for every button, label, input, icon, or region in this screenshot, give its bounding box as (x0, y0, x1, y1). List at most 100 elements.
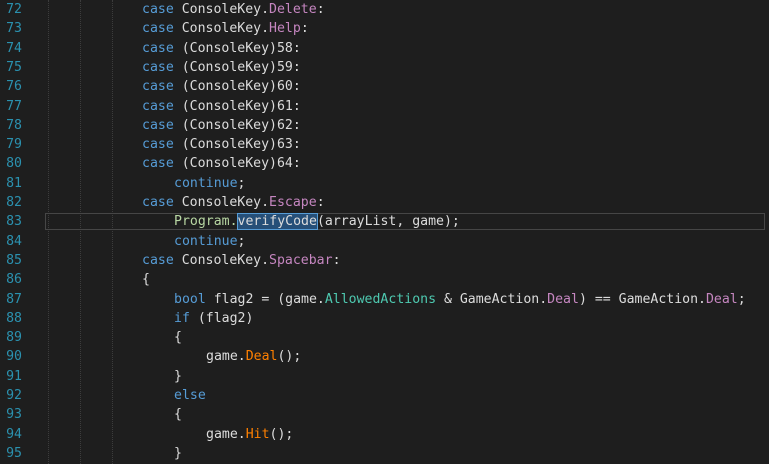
code-line[interactable]: 93 { (0, 405, 769, 424)
code-line[interactable]: 94 game.Hit(); (0, 425, 769, 444)
code-line[interactable]: 95} (0, 444, 769, 463)
code-line[interactable]: 92 else (0, 386, 769, 405)
code-line[interactable]: 89 { (0, 328, 769, 347)
line-number: 81 (6, 175, 22, 191)
code-token: game. (206, 349, 246, 365)
code-token: Escape (269, 195, 317, 210)
code-line[interactable]: 76 case (ConsoleKey)60: (0, 77, 769, 96)
code-line[interactable]: 74 case (ConsoleKey)58: (0, 39, 769, 58)
code-text: { (174, 405, 182, 424)
code-text: } (174, 444, 182, 463)
code-token: Deal (705, 291, 738, 307)
code-line[interactable]: 73 case ConsoleKey.Help: (0, 19, 769, 38)
code-token: (ConsoleKey)63: (181, 137, 301, 153)
code-line[interactable]: 91} (0, 367, 769, 386)
code-line[interactable]: 82 case ConsoleKey.Escape: (0, 193, 769, 212)
code-line[interactable]: 86 { (0, 270, 769, 289)
line-number: 72 (6, 2, 22, 17)
code-token: Deal (245, 349, 278, 365)
code-token: (ConsoleKey)60: (181, 79, 301, 95)
code-token: case (142, 117, 182, 133)
code-text: { (174, 328, 182, 347)
code-token: : (316, 2, 325, 17)
code-token: (ConsoleKey)64: (181, 156, 301, 172)
code-token: (ConsoleKey)62: (181, 117, 301, 133)
code-text: case (ConsoleKey)58: (142, 39, 301, 58)
code-editor[interactable]: 72 case ConsoleKey.Delete: 73 case ConsoleK… (0, 0, 769, 464)
code-token: { (174, 330, 182, 346)
code-token: else (174, 388, 206, 403)
code-text: case ConsoleKey.Delete: (142, 0, 325, 19)
code-token: case (142, 59, 182, 75)
line-number: 82 (6, 195, 22, 210)
code-token: Spacebar (269, 252, 333, 268)
code-line[interactable]: 83 Program.verifyCode(arrayList, game); (0, 212, 769, 231)
code-token: ; (237, 233, 246, 249)
code-text: { (142, 270, 150, 289)
line-number: 93 (6, 407, 22, 423)
code-token: Program. (174, 214, 238, 230)
line-number: 95 (6, 445, 22, 461)
code-line[interactable]: 90 game.Deal(); (0, 347, 769, 366)
code-text: if (flag2) (174, 309, 253, 328)
code-line[interactable]: 88 if (flag2) (0, 309, 769, 328)
code-token: ) == GameAction. (578, 291, 706, 307)
code-token: AllowedActions (324, 291, 437, 307)
line-number: 92 (6, 388, 22, 403)
code-text: bool flag2 = (game.AllowedActions & Game… (174, 290, 746, 309)
line-number: 83 (6, 214, 22, 230)
code-text: case (ConsoleKey)60: (142, 77, 301, 96)
code-token: ; (237, 175, 246, 191)
code-token: case (142, 2, 182, 17)
code-line[interactable]: 87 bool flag2 = (game.AllowedActions & Ga… (0, 290, 769, 309)
line-number: 88 (6, 310, 22, 326)
line-number: 74 (6, 40, 22, 56)
code-token: continue (174, 233, 238, 249)
code-token: ConsoleKey. (181, 195, 270, 210)
code-line[interactable]: 78 case (ConsoleKey)62: (0, 116, 769, 135)
line-number: 91 (6, 368, 22, 384)
code-text: game.Hit(); (206, 425, 293, 444)
code-line[interactable]: 75 case (ConsoleKey)59: (0, 58, 769, 77)
code-line[interactable]: 81 continue; (0, 174, 769, 193)
code-token: case (142, 252, 182, 268)
line-number: 78 (6, 117, 22, 133)
code-token: : (300, 21, 309, 37)
line-number: 77 (6, 98, 22, 114)
code-token: { (142, 272, 150, 288)
code-token: if (174, 310, 198, 326)
code-text: case (ConsoleKey)62: (142, 116, 301, 135)
code-token: (ConsoleKey)61: (181, 98, 301, 114)
code-token: : (316, 195, 325, 210)
code-token: Hit (245, 426, 270, 442)
code-token: ConsoleKey. (181, 2, 270, 17)
code-token: ; (737, 291, 746, 307)
code-token: (ConsoleKey)59: (181, 59, 301, 75)
code-line[interactable]: 72 case ConsoleKey.Delete: (0, 0, 769, 19)
code-text: else (174, 386, 206, 405)
code-line[interactable]: 80 case (ConsoleKey)64: (0, 154, 769, 173)
code-text: case (ConsoleKey)61: (142, 97, 301, 116)
code-token: } (174, 445, 182, 461)
code-token: flag2 = (game. (213, 291, 325, 307)
line-number: 80 (6, 156, 22, 172)
line-number: 73 (6, 21, 22, 37)
code-token: bool (174, 291, 214, 307)
code-token: continue (174, 175, 238, 191)
code-text: case (ConsoleKey)63: (142, 135, 301, 154)
code-token: Help (269, 21, 301, 37)
line-number: 90 (6, 349, 22, 365)
code-line[interactable]: 79 case (ConsoleKey)63: (0, 135, 769, 154)
code-token: (ConsoleKey)58: (181, 40, 301, 56)
code-line[interactable]: 77 case (ConsoleKey)61: (0, 97, 769, 116)
code-line[interactable]: 85 case ConsoleKey.Spacebar: (0, 251, 769, 270)
code-line[interactable]: 84 continue; (0, 232, 769, 251)
line-number: 86 (6, 272, 22, 288)
line-number: 87 (6, 291, 22, 307)
code-text: case (ConsoleKey)64: (142, 154, 301, 173)
code-token: case (142, 156, 182, 172)
code-token: case (142, 79, 182, 95)
code-token: (flag2) (197, 310, 254, 326)
code-token: case (142, 98, 182, 114)
code-token: case (142, 195, 182, 210)
